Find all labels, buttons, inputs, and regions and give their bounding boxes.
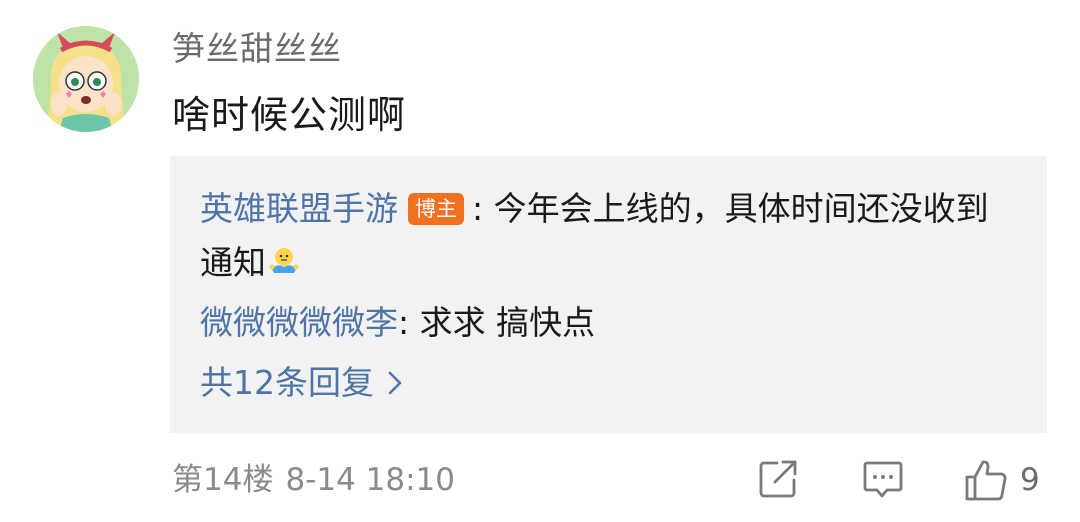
like-count: 9 <box>1020 462 1040 498</box>
author-badge: 博主 <box>408 193 464 225</box>
floor-number: 第14楼 <box>172 462 274 498</box>
chevron-right-icon <box>388 371 402 395</box>
reply-preview-box[interactable]: 英雄联盟手游 博主: 今年会上线的，具体时间还没收到通知 微微微微微李: 求求 搞… <box>170 156 1047 433</box>
view-all-replies-label: 共12条回复 <box>200 363 374 402</box>
view-all-replies-link[interactable]: 共12条回复 <box>200 358 402 408</box>
thumbs-up-icon <box>965 460 1007 501</box>
reply-text: 求求 搞快点 <box>419 303 596 342</box>
avatar-image <box>33 26 139 132</box>
comment-username[interactable]: 笋丝甜丝丝 <box>172 29 342 69</box>
reply-item: 微微微微微李: 求求 搞快点 <box>200 296 595 350</box>
comment-icon <box>863 461 903 498</box>
reply-separator: : <box>398 303 420 342</box>
like-button[interactable]: 9 <box>964 458 1040 502</box>
comment-content: 啥时候公测啊 <box>172 93 407 137</box>
comment-button[interactable] <box>862 458 904 504</box>
reply-separator: : <box>472 189 494 228</box>
reply-author[interactable]: 英雄联盟手游 <box>200 189 398 228</box>
reply-item: 英雄联盟手游 博主: 今年会上线的，具体时间还没收到通知 <box>200 182 1000 290</box>
comment-datetime: 8-14 18:10 <box>285 462 455 498</box>
share-button[interactable] <box>757 458 799 504</box>
avatar[interactable] <box>33 26 139 132</box>
shrug-emoji-icon <box>268 239 300 273</box>
comment-meta: 第14楼 8-14 18:10 <box>172 460 467 500</box>
share-icon <box>759 460 797 498</box>
reply-author[interactable]: 微微微微微李 <box>200 303 398 342</box>
